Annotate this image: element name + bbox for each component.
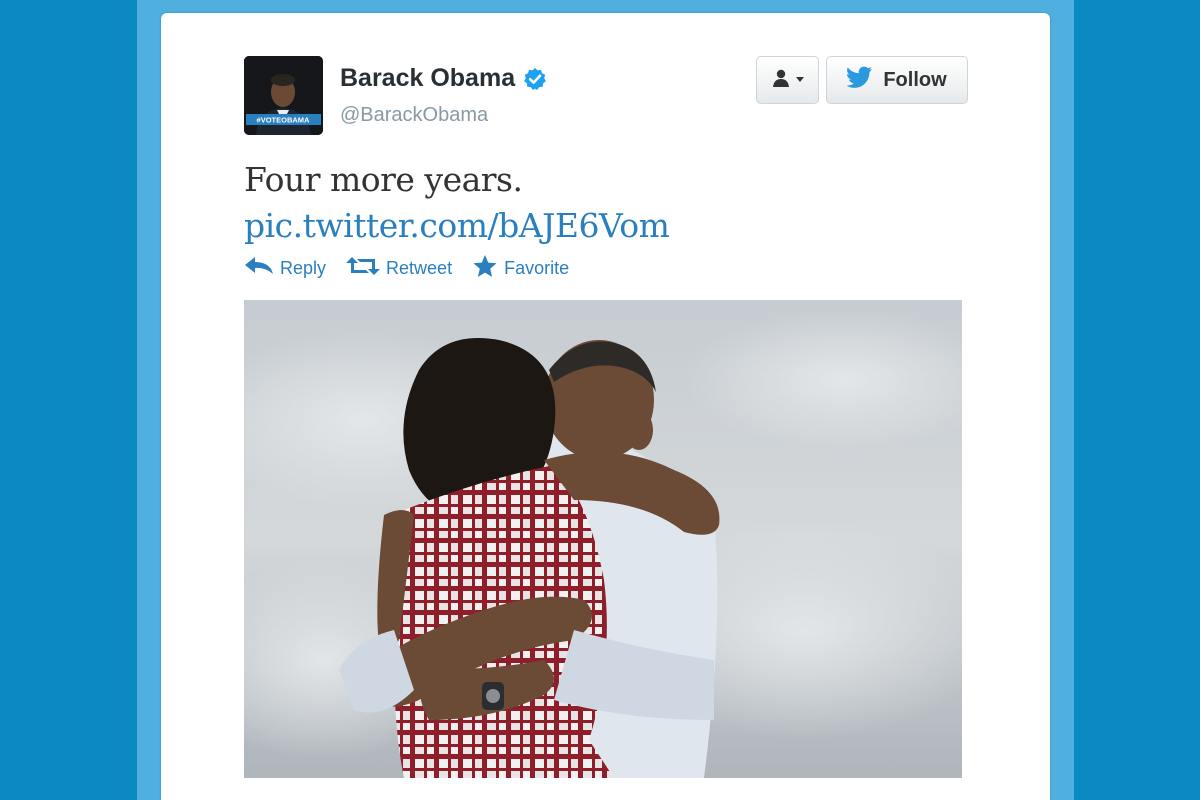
follow-label: Follow [883,68,947,91]
verified-icon [523,67,547,91]
tweet-actions: Reply Retweet Favorite [244,254,589,283]
follow-button[interactable]: Follow [826,56,968,104]
user-actions-dropdown-button[interactable] [756,56,819,104]
user-handle[interactable]: @BarackObama [340,104,488,127]
reply-action[interactable]: Reply [244,256,326,281]
display-name[interactable]: Barack Obama [340,64,515,93]
star-icon [472,254,498,283]
retweet-icon [346,256,381,281]
reply-icon [244,256,274,281]
avatar-badge-text: #VOTEOBAMA [257,116,311,125]
user-icon [771,68,791,93]
favorite-action[interactable]: Favorite [472,254,569,283]
twitter-bird-icon [846,66,873,94]
tweet-media-link[interactable]: pic.twitter.com/bAJE6Vom [244,206,670,245]
caret-down-icon [795,71,805,89]
retweet-action[interactable]: Retweet [346,256,452,281]
avatar[interactable]: #VOTEOBAMA [244,56,323,135]
tweet-text: Four more years. [244,160,523,199]
tweet-photo[interactable] [244,300,962,778]
reply-label: Reply [280,258,327,278]
display-name-row[interactable]: Barack Obama [340,64,547,93]
favorite-label: Favorite [504,258,570,278]
retweet-label: Retweet [386,258,453,278]
